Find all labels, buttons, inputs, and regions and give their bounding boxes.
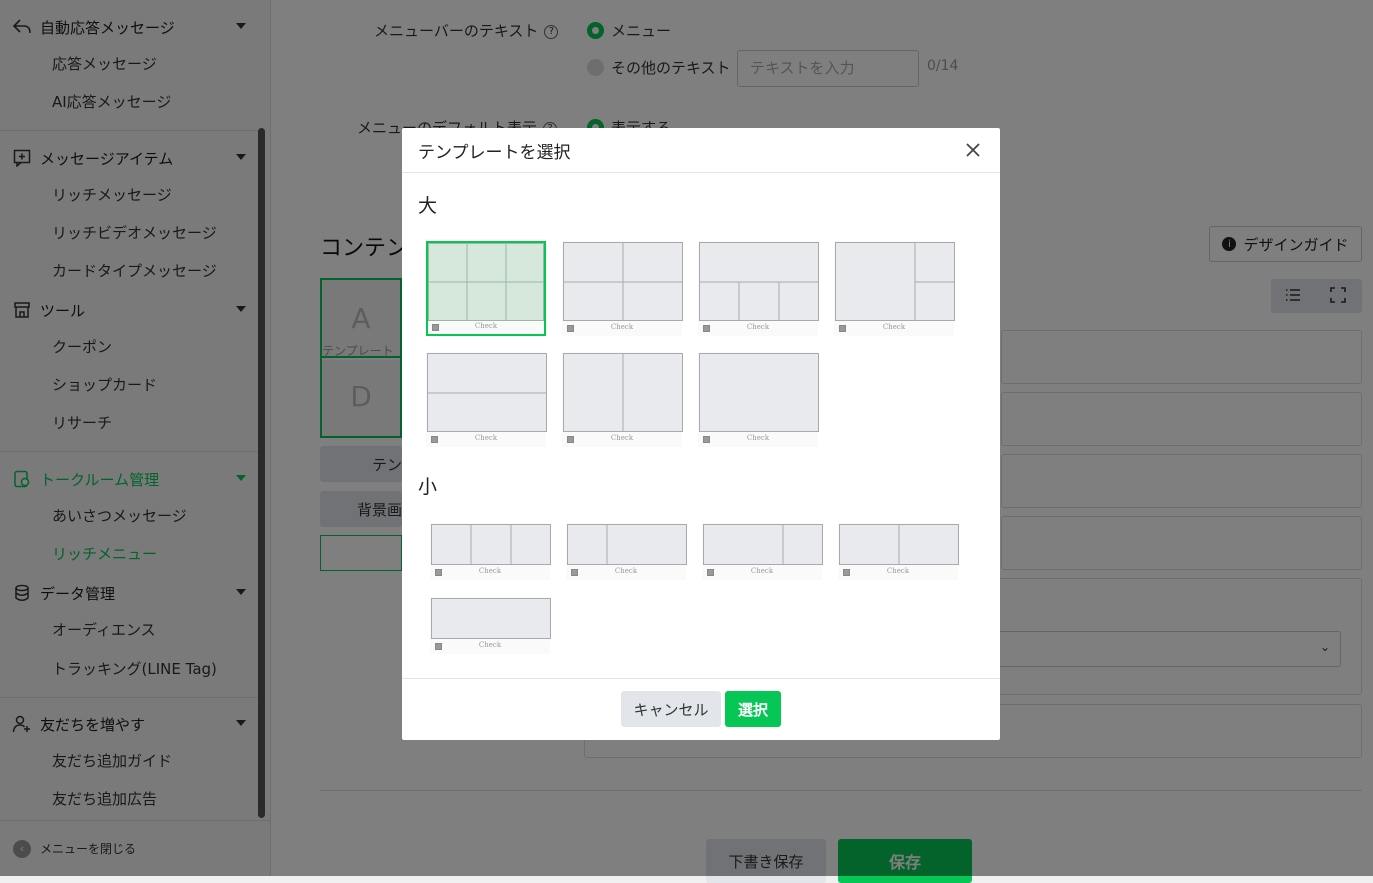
section-large-title: 大: [418, 195, 438, 217]
template-large-2-cols[interactable]: Check: [562, 352, 683, 447]
template-select-dialog: テンプレートを選択 大 Check Check Check Check Chec…: [402, 128, 1000, 740]
template-caption: Check: [610, 323, 634, 331]
select-button[interactable]: 選択: [725, 691, 781, 727]
template-caption: Check: [882, 323, 906, 331]
template-large-1-3[interactable]: Check: [698, 241, 819, 336]
template-large-1[interactable]: Check: [698, 352, 819, 447]
template-caption: Check: [746, 323, 770, 331]
section-small-title: 小: [418, 476, 438, 498]
template-large-6[interactable]: Check: [426, 241, 546, 336]
template-caption: Check: [886, 567, 910, 575]
dialog-footer: キャンセル 選択: [402, 678, 1000, 740]
template-caption: Check: [610, 434, 634, 442]
template-small-1[interactable]: Check: [430, 597, 551, 654]
template-large-2-rows[interactable]: Check: [426, 352, 547, 447]
dialog-title: テンプレートを選択: [418, 142, 571, 163]
close-icon[interactable]: [962, 139, 984, 161]
dialog-header: テンプレートを選択: [402, 128, 1000, 173]
template-caption: Check: [750, 567, 774, 575]
template-caption: Check: [478, 641, 502, 649]
template-caption: Check: [478, 567, 502, 575]
template-small-1-2[interactable]: Check: [566, 523, 687, 580]
template-caption: Check: [474, 434, 498, 442]
template-small-3[interactable]: Check: [430, 523, 551, 580]
template-small-2-1[interactable]: Check: [702, 523, 823, 580]
template-small-2[interactable]: Check: [838, 523, 959, 580]
cancel-button[interactable]: キャンセル: [621, 691, 721, 727]
template-large-4[interactable]: Check: [562, 241, 683, 336]
template-caption: Check: [474, 322, 498, 330]
template-large-1-2[interactable]: Check: [834, 241, 955, 336]
template-caption: Check: [746, 434, 770, 442]
template-caption: Check: [614, 567, 638, 575]
